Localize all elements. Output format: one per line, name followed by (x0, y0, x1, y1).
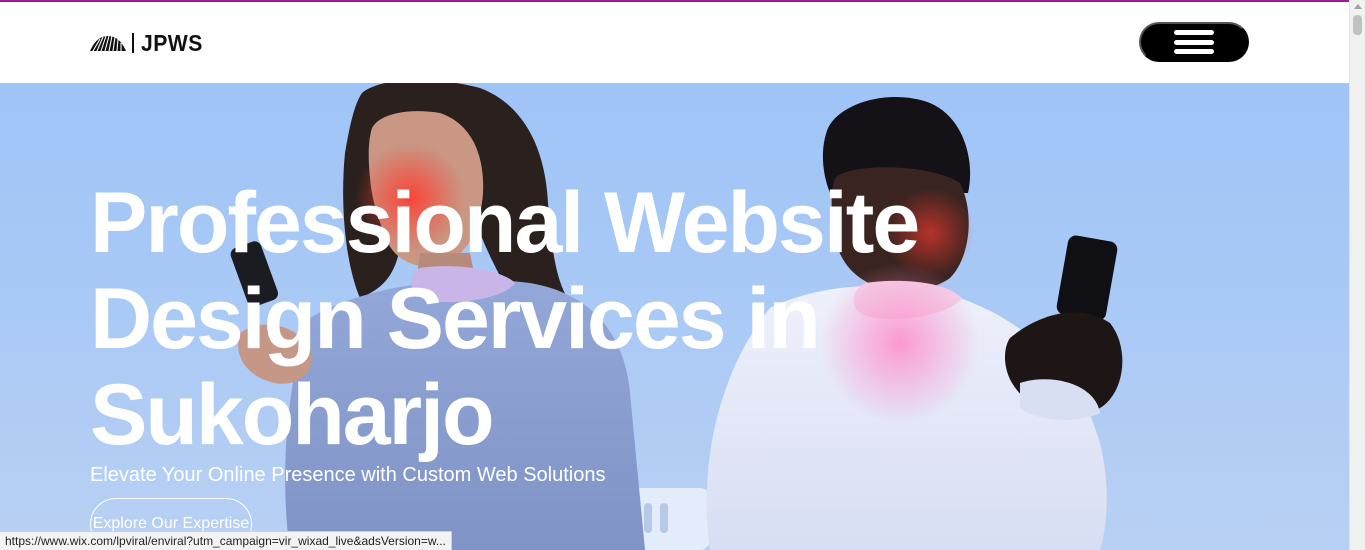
logo-text: JPWS (141, 30, 203, 56)
page: JPWS Professional Website Design Service… (0, 0, 1365, 550)
hero-headline: Professional Website Design Services in … (90, 175, 920, 463)
hero-subheadline: Elevate Your Online Presence with Custom… (90, 464, 606, 486)
scroll-up-arrow-icon[interactable] (1354, 4, 1362, 9)
striped-fan-logo-icon (90, 35, 126, 52)
vertical-scrollbar[interactable] (1349, 0, 1365, 550)
scrollbar-thumb[interactable] (1353, 15, 1362, 35)
site-header: JPWS (0, 2, 1349, 83)
hamburger-menu-icon (1174, 30, 1214, 54)
hero-section: Professional Website Design Services in … (0, 83, 1349, 550)
logo-divider (132, 33, 134, 53)
site-logo[interactable]: JPWS (89, 30, 208, 56)
browser-status-bar: https://www.wix.com/lpviral/enviral?utm_… (0, 531, 452, 550)
menu-button[interactable] (1139, 22, 1249, 62)
